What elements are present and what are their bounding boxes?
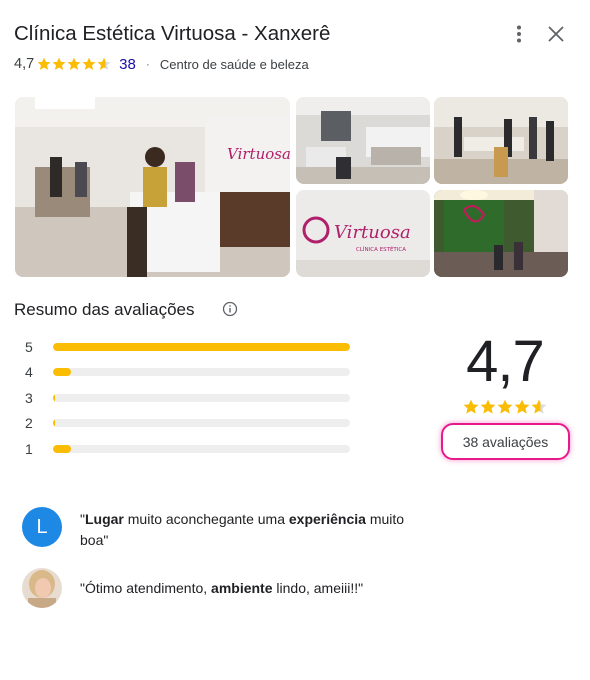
average-rating-stars xyxy=(463,399,547,414)
rating-bar-track xyxy=(53,393,350,402)
photo-treatment-room[interactable] xyxy=(296,97,430,184)
photo-logo-wall-sign: Virtuosa xyxy=(334,222,411,243)
rating-line: 4,7 38 · Centro de saúde e beleza xyxy=(14,54,309,74)
rating-bar-label: 4 xyxy=(25,364,33,381)
rating-distribution: 5 4 3 2 1 xyxy=(25,334,355,462)
rating-bar-label: 1 xyxy=(25,440,33,457)
rating-stars xyxy=(37,57,111,71)
rating-bar-label: 2 xyxy=(25,415,33,432)
rating-bar-row[interactable]: 3 xyxy=(25,385,355,411)
photo-gallery: Virtuosa Virtuosa CLÍNICA ESTÉTICA xyxy=(15,97,568,277)
close-button[interactable] xyxy=(544,22,568,46)
rating-bar-row[interactable]: 5 xyxy=(25,334,355,360)
place-header: Clínica Estética Virtuosa - Xanxerê 4,7 xyxy=(14,20,576,80)
photo-reception[interactable]: Virtuosa xyxy=(15,97,290,277)
review-snippet[interactable]: "Ótimo atendimento, ambiente lindo, amei… xyxy=(22,568,363,608)
rating-bar-row[interactable]: 1 xyxy=(25,436,355,462)
avatar xyxy=(22,568,62,608)
place-title: Clínica Estética Virtuosa - Xanxerê xyxy=(14,22,331,45)
rating-bar-fill xyxy=(53,419,56,428)
rating-bar-track xyxy=(53,419,350,428)
rating-bar-fill xyxy=(53,393,56,402)
review-text: "Ótimo atendimento, ambiente lindo, amei… xyxy=(80,580,364,596)
place-category: Centro de saúde e beleza xyxy=(159,56,309,72)
rating-bar-track xyxy=(53,444,350,453)
photo-logo-wall-subtitle: CLÍNICA ESTÉTICA xyxy=(356,245,406,253)
photo-green-wall-lounge[interactable] xyxy=(434,190,568,277)
average-rating: 4,7 xyxy=(466,329,545,394)
rating-bar-label: 3 xyxy=(25,389,33,406)
photo-logo-wall[interactable]: Virtuosa CLÍNICA ESTÉTICA xyxy=(296,190,430,277)
more-options-button[interactable] xyxy=(507,22,531,46)
more-vert-icon xyxy=(517,25,521,43)
rating-bar-row[interactable]: 4 xyxy=(25,360,355,386)
separator-dot: · xyxy=(145,57,150,71)
review-text: "Lugar muito aconchegante uma experiênci… xyxy=(80,511,405,548)
rating-bar-track xyxy=(53,368,350,377)
review-count-link[interactable]: 38 xyxy=(119,56,136,73)
avatar: L xyxy=(22,507,62,547)
rating-bar-fill xyxy=(53,368,71,377)
rating-bar-label: 5 xyxy=(25,338,33,355)
review-summary-title: Resumo das avaliações xyxy=(14,300,195,319)
review-snippet[interactable]: L "Lugar muito aconchegante uma experiên… xyxy=(22,507,404,548)
close-icon xyxy=(548,26,564,42)
rating-value: 4,7 xyxy=(14,56,35,72)
info-icon[interactable] xyxy=(222,301,238,317)
all-reviews-button[interactable]: 38 avaliações xyxy=(441,423,570,460)
rating-bar-fill xyxy=(53,444,71,453)
photo-waiting-room[interactable] xyxy=(434,97,568,184)
rating-bar-row[interactable]: 2 xyxy=(25,411,355,437)
photo-reception-sign: Virtuosa xyxy=(227,145,290,163)
rating-bar-fill xyxy=(53,342,350,351)
rating-bar-track xyxy=(53,342,350,351)
